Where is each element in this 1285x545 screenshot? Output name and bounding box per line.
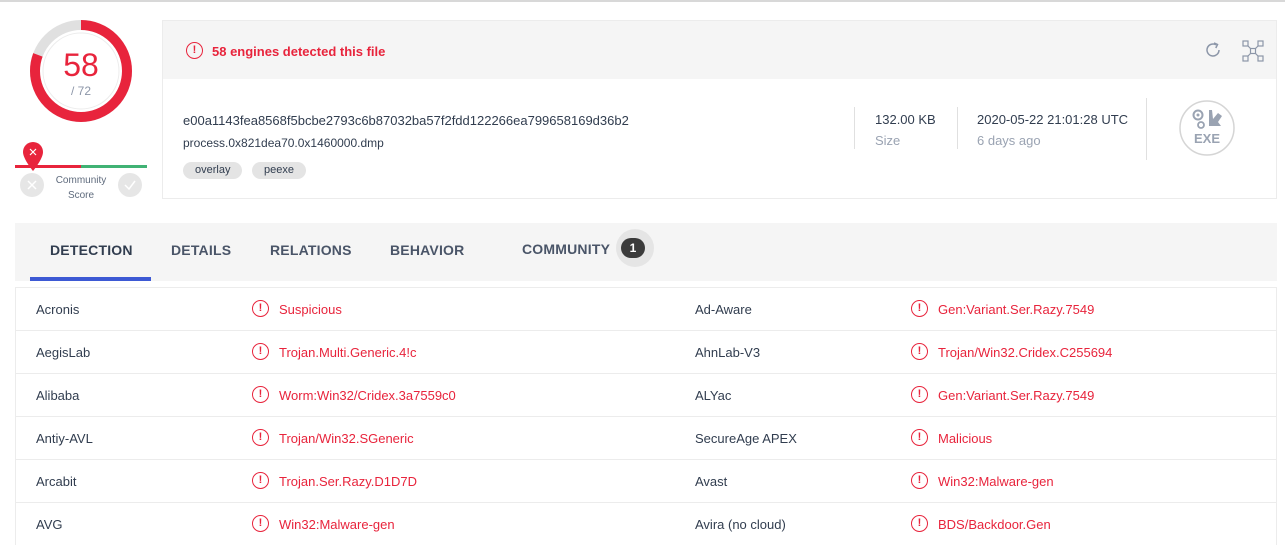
community-count-badge: 1: [621, 238, 645, 258]
top-divider: [0, 0, 1285, 2]
x-icon: [27, 180, 37, 190]
table-row: Antiy-AVL ! Trojan/Win32.SGeneric Secure…: [16, 417, 1276, 460]
table-row: Alibaba ! Worm:Win32/Cridex.3a7559c0 ALY…: [16, 374, 1276, 417]
file-hash[interactable]: e00a1143fea8568f5bcbe2793c6b87032ba57f2f…: [183, 113, 629, 128]
alert-icon: !: [911, 515, 928, 532]
engine-name: Avira (no cloud): [695, 517, 786, 532]
alert-icon: !: [252, 472, 269, 489]
detection-result: Trojan/Win32.SGeneric: [279, 431, 414, 446]
table-row: Arcabit ! Trojan.Ser.Razy.D1D7D Avast ! …: [16, 460, 1276, 503]
meta-divider: [1146, 98, 1147, 160]
engine-name: Arcabit: [36, 474, 77, 489]
file-name: process.0x821dea70.0x1460000.dmp: [183, 136, 384, 150]
tag-peexe[interactable]: peexe: [252, 162, 306, 179]
vote-harmful-button[interactable]: [20, 173, 44, 197]
graph-icon[interactable]: [1242, 40, 1264, 62]
reanalyze-icon[interactable]: [1203, 40, 1223, 60]
alert-icon: !: [911, 429, 928, 446]
detection-result: Worm:Win32/Cridex.3a7559c0: [279, 388, 456, 403]
detection-result: BDS/Backdoor.Gen: [938, 517, 1051, 532]
community-marker-icon: [23, 142, 43, 171]
file-info-card: ! 58 engines detected this file e00a1143…: [162, 20, 1277, 199]
detection-result: Win32:Malware-gen: [279, 517, 395, 532]
engine-name: AhnLab-V3: [695, 345, 761, 360]
detection-result: Gen:Variant.Ser.Razy.7549: [938, 302, 1095, 317]
engine-name: ALYac: [695, 388, 732, 403]
check-icon: [124, 180, 136, 191]
alert-icon: !: [911, 343, 928, 360]
alert-icon: !: [186, 42, 203, 59]
exe-type-label: EXE: [1194, 131, 1220, 146]
community-score: Community Score: [15, 140, 148, 205]
detections-table: Acronis ! Suspicious Ad-Aware ! Gen:Vari…: [15, 287, 1277, 545]
engine-name: Antiy-AVL: [36, 431, 93, 446]
detection-result: Trojan.Multi.Generic.4!c: [279, 345, 417, 360]
detection-result: Gen:Variant.Ser.Razy.7549: [938, 388, 1095, 403]
engine-total: / 72: [70, 84, 91, 98]
table-row: AVG ! Win32:Malware-gen Avira (no cloud)…: [16, 503, 1276, 545]
exe-file-icon: EXE: [1179, 100, 1235, 156]
engine-name: AegisLab: [36, 345, 91, 360]
engine-name: SecureAge APEX: [695, 431, 797, 446]
alert-icon: !: [911, 300, 928, 317]
tab-behavior[interactable]: BEHAVIOR: [390, 242, 464, 258]
table-row: Acronis ! Suspicious Ad-Aware ! Gen:Vari…: [16, 288, 1276, 331]
report-tabs: DETECTION DETAILS RELATIONS BEHAVIOR COM…: [15, 223, 1277, 281]
tab-detection[interactable]: DETECTION: [50, 242, 133, 258]
community-label-line1: Community: [55, 175, 107, 186]
active-tab-indicator: [30, 277, 151, 281]
engine-name: Ad-Aware: [695, 302, 752, 317]
alert-icon: !: [252, 515, 269, 532]
analysis-date-relative: 6 days ago: [977, 133, 1041, 148]
alert-icon: !: [252, 429, 269, 446]
vote-harmless-button[interactable]: [118, 173, 142, 197]
engine-name: Alibaba: [36, 388, 80, 403]
engine-name: AVG: [36, 517, 63, 532]
community-bar-positive: [81, 165, 147, 168]
community-score-label: Community Score: [53, 173, 109, 203]
analysis-date-value: 2020-05-22 21:01:28 UTC: [977, 112, 1129, 127]
alert-icon: !: [252, 300, 269, 317]
tab-community[interactable]: COMMUNITY: [522, 241, 610, 257]
meta-divider: [957, 107, 958, 149]
detection-result: Trojan/Win32.Cridex.C255694: [938, 345, 1113, 360]
alert-icon: !: [911, 472, 928, 489]
detection-score-gauge: 58 / 72: [29, 19, 133, 123]
detection-alert-text: 58 engines detected this file: [212, 44, 386, 59]
detected-count: 58: [63, 47, 99, 83]
detection-result: Win32:Malware-gen: [938, 474, 1054, 489]
detection-result: Malicious: [938, 431, 993, 446]
detection-result: Suspicious: [279, 302, 342, 317]
detection-alert-bar: ! 58 engines detected this file: [163, 21, 1276, 79]
table-row: AegisLab ! Trojan.Multi.Generic.4!c AhnL…: [16, 331, 1276, 374]
detection-result: Trojan.Ser.Razy.D1D7D: [279, 474, 417, 489]
tab-relations[interactable]: RELATIONS: [270, 242, 352, 258]
engine-name: Acronis: [36, 302, 80, 317]
file-size-value: 132.00 KB: [875, 112, 936, 127]
community-label-line2: Score: [67, 190, 95, 201]
tag-overlay[interactable]: overlay: [183, 162, 243, 179]
alert-icon: !: [252, 386, 269, 403]
alert-icon: !: [911, 386, 928, 403]
engine-name: Avast: [695, 474, 728, 489]
file-size-label: Size: [875, 133, 901, 148]
meta-divider: [854, 107, 855, 149]
tab-details[interactable]: DETAILS: [171, 242, 231, 258]
alert-icon: !: [252, 343, 269, 360]
